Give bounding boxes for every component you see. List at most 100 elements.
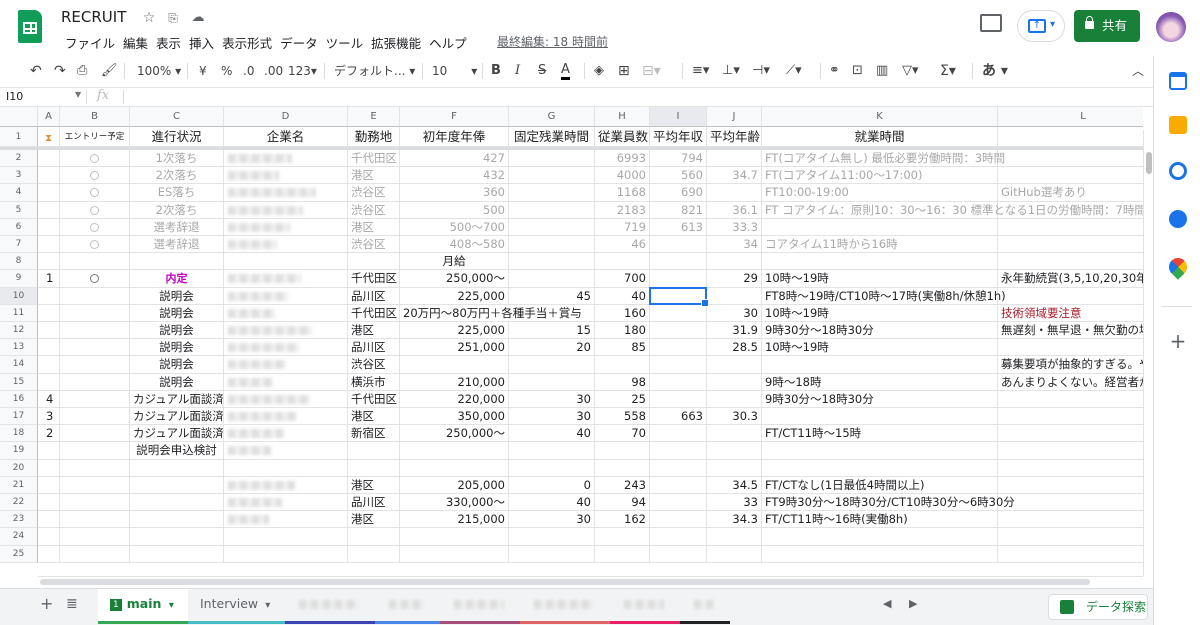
cell-i17[interactable]: 663 — [650, 408, 707, 426]
cell-a6[interactable] — [38, 218, 60, 236]
cell-b13[interactable] — [60, 339, 130, 357]
row-header-16[interactable]: 16 — [0, 390, 38, 408]
column-header-a[interactable]: A — [38, 107, 60, 127]
column-header-g[interactable]: G — [509, 107, 595, 127]
row-header-7[interactable]: 7 — [0, 236, 38, 254]
cell-k19[interactable] — [762, 442, 998, 460]
cell-j8[interactable] — [707, 253, 762, 271]
cell-l13[interactable] — [998, 339, 1143, 357]
cell-a20[interactable] — [38, 459, 60, 477]
cell-b3[interactable] — [60, 167, 130, 185]
cell-i6[interactable]: 613 — [650, 218, 707, 236]
cell-h13[interactable]: 85 — [595, 339, 650, 357]
cell-d5[interactable] — [224, 201, 348, 219]
cell-k21[interactable]: FT/CTなし(1日最低4時間以上) — [762, 476, 998, 494]
cell-h19[interactable] — [595, 442, 650, 460]
cell-i23[interactable] — [650, 511, 707, 529]
cell-l3[interactable] — [998, 167, 1143, 185]
cell-f4[interactable]: 360 — [400, 184, 509, 202]
cell-i12[interactable] — [650, 322, 707, 340]
cell-k25[interactable] — [762, 545, 998, 563]
cell-d20[interactable] — [224, 459, 348, 477]
print-icon[interactable]: ⎙ — [77, 62, 87, 80]
cell-c5[interactable]: 2次落ち — [130, 201, 224, 219]
currency-format-button[interactable]: ¥ — [199, 62, 207, 80]
cell-j7[interactable]: 34 — [707, 236, 762, 254]
cell-j6[interactable]: 33.3 — [707, 218, 762, 236]
cell-g3[interactable] — [509, 167, 595, 185]
cell-c4[interactable]: ES落ち — [130, 184, 224, 202]
cell-c19[interactable]: 説明会申込検討 — [130, 442, 224, 460]
cell-i19[interactable] — [650, 442, 707, 460]
cell-a8[interactable] — [38, 253, 60, 271]
cell-h25[interactable] — [595, 545, 650, 563]
vertical-scrollbar[interactable] — [1143, 130, 1153, 576]
cell-a7[interactable] — [38, 236, 60, 254]
cell-i8[interactable] — [650, 253, 707, 271]
cell-a10[interactable] — [38, 287, 60, 305]
cell-k9[interactable]: 10時～19時 — [762, 270, 998, 288]
cell-i15[interactable] — [650, 373, 707, 391]
cell-j9[interactable]: 29 — [707, 270, 762, 288]
cell-h9[interactable]: 700 — [595, 270, 650, 288]
scroll-thumb[interactable] — [40, 579, 1090, 585]
cell-d19[interactable] — [224, 442, 348, 460]
cell-c6[interactable]: 選考辞退 — [130, 218, 224, 236]
cell-f25[interactable] — [400, 545, 509, 563]
cell-a17[interactable]: 3 — [38, 408, 60, 426]
decrease-decimal-button[interactable]: .0 — [243, 62, 254, 80]
chevron-down-icon[interactable]: ▼ — [75, 90, 81, 99]
cell-e20[interactable] — [348, 459, 400, 477]
font-size-select[interactable]: 10 ▾ — [432, 62, 477, 80]
cell-l19[interactable] — [998, 442, 1143, 460]
cell-c22[interactable] — [130, 494, 224, 512]
user-avatar[interactable] — [1156, 12, 1186, 42]
cell-e9[interactable]: 千代田区 — [348, 270, 400, 288]
radio-button[interactable] — [90, 240, 99, 249]
header-cell-l[interactable] — [998, 127, 1143, 147]
text-rotation-icon[interactable]: ⟋▾ — [786, 62, 802, 80]
cell-f11[interactable]: 20万円～80万円＋各種手当＋賞与 — [400, 304, 595, 322]
cell-k11[interactable]: 10時～19時 — [762, 304, 998, 322]
cell-l4[interactable]: GitHub選考あり — [998, 184, 1143, 202]
row-header-18[interactable]: 18 — [0, 425, 38, 443]
column-header-i[interactable]: I — [650, 107, 707, 127]
cell-k14[interactable] — [762, 356, 998, 374]
paint-format-icon[interactable]: 🖌 — [101, 62, 118, 80]
cell-f7[interactable]: 408～580 — [400, 236, 509, 254]
cell-d9[interactable] — [224, 270, 348, 288]
cell-b4[interactable] — [60, 184, 130, 202]
row-header-9[interactable]: 9 — [0, 270, 38, 288]
cell-e23[interactable]: 港区 — [348, 511, 400, 529]
redo-icon[interactable]: ↷ — [54, 62, 66, 80]
undo-icon[interactable]: ↶ — [30, 62, 42, 80]
cell-i21[interactable] — [650, 476, 707, 494]
row-header-11[interactable]: 11 — [0, 304, 38, 322]
add-addon-icon[interactable]: + — [1169, 331, 1187, 351]
cell-d3[interactable] — [224, 167, 348, 185]
row-header-10[interactable]: 10 — [0, 287, 38, 305]
number-format-select[interactable]: 123▾ — [288, 62, 317, 80]
cell-f5[interactable]: 500 — [400, 201, 509, 219]
cell-k6[interactable] — [762, 218, 998, 236]
cell-i2[interactable]: 794 — [650, 150, 707, 168]
cell-i3[interactable]: 560 — [650, 167, 707, 185]
row-header-22[interactable]: 22 — [0, 494, 38, 512]
cell-a9[interactable]: 1 — [38, 270, 60, 288]
column-header-b[interactable]: B — [60, 107, 130, 127]
cell-k13[interactable]: 10時～19時 — [762, 339, 998, 357]
cell-e16[interactable]: 千代田区 — [348, 390, 400, 408]
cell-b23[interactable] — [60, 511, 130, 529]
row-header-20[interactable]: 20 — [0, 459, 38, 477]
cell-l17[interactable] — [998, 408, 1143, 426]
cell-c15[interactable]: 説明会 — [130, 373, 224, 391]
cell-k20[interactable] — [762, 459, 998, 477]
cell-c3[interactable]: 2次落ち — [130, 167, 224, 185]
cell-c7[interactable]: 選考辞退 — [130, 236, 224, 254]
text-wrap-icon[interactable]: ⊣▾ — [752, 62, 770, 80]
scroll-thumb[interactable] — [1146, 152, 1152, 174]
cell-g17[interactable]: 30 — [509, 408, 595, 426]
move-folder-icon[interactable]: ⎘ — [164, 9, 182, 27]
cell-b9[interactable] — [60, 270, 130, 288]
cell-b5[interactable] — [60, 201, 130, 219]
